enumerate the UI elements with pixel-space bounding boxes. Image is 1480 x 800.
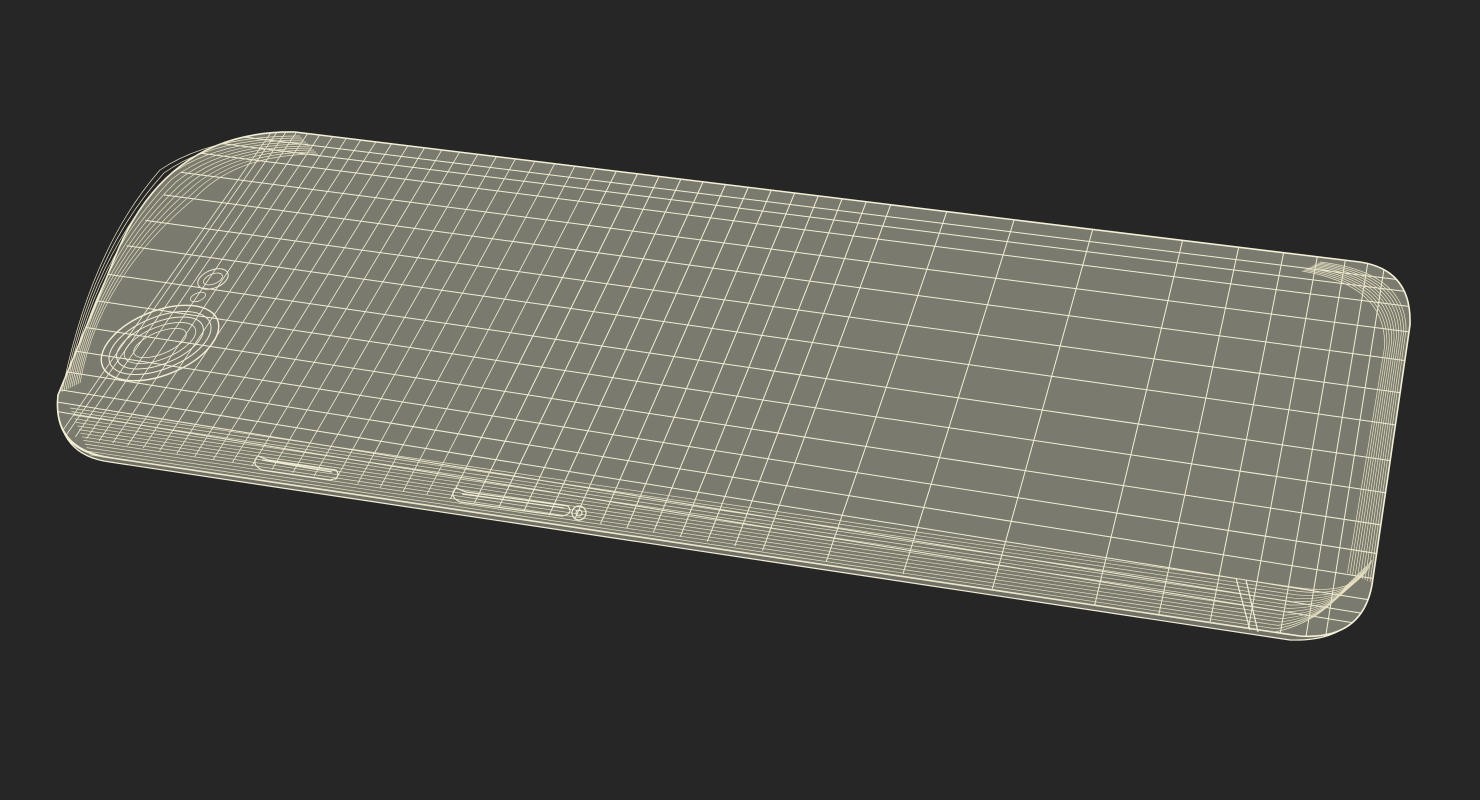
render-viewport bbox=[0, 0, 1480, 800]
wireframe-scene bbox=[56, 131, 1411, 641]
